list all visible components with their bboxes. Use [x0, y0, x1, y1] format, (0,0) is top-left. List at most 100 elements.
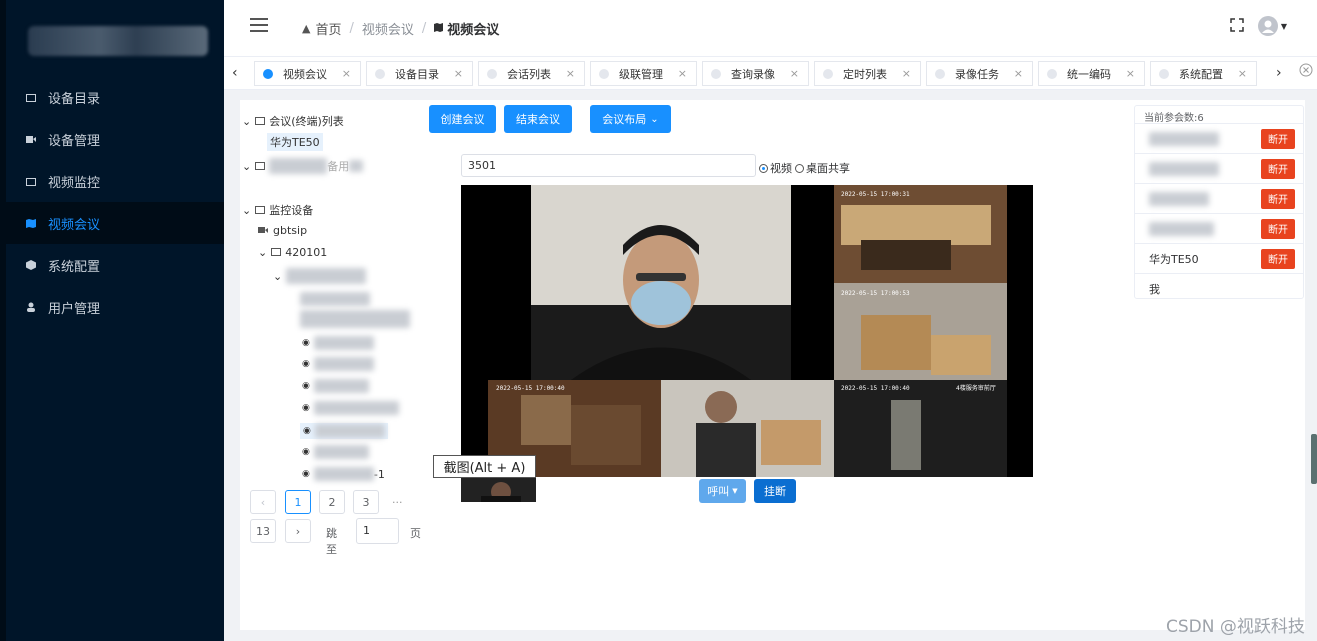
goto-page-input[interactable]: 1 — [356, 518, 399, 544]
tree-node-camera-selected[interactable]: ◉ — [300, 423, 388, 439]
tab-cascade-management[interactable]: 级联管理 × — [590, 61, 697, 86]
chevron-down-icon: ⌄ — [650, 113, 659, 125]
hangup-button[interactable]: 挂断 — [754, 479, 796, 503]
sidebar-item-user-management[interactable]: 用户管理 — [0, 286, 224, 328]
tab-recording-tasks[interactable]: 录像任务 × — [926, 61, 1033, 86]
radio-label: 视频 — [770, 162, 792, 175]
prev-page-button[interactable]: ‹ — [250, 490, 276, 514]
device-tree: ⌄ 会议(终端)列表 华为TE50 ⌄ 备用 ⌄ 监控设备 gbtsip ⌄ 4… — [240, 100, 430, 540]
sidebar-item-label: 设备目录 — [48, 91, 101, 107]
pagination-ellipsis[interactable]: ··· — [392, 496, 403, 509]
tab-label: 设备目录 — [395, 67, 439, 81]
tab-dot — [823, 68, 833, 79]
close-icon[interactable]: × — [790, 67, 799, 80]
folder-icon — [26, 93, 36, 102]
close-icon[interactable]: × — [454, 67, 463, 80]
close-icon[interactable]: × — [1126, 67, 1135, 80]
tab-device-catalog[interactable]: 设备目录 × — [366, 61, 473, 86]
page-1-button[interactable]: 1 — [285, 490, 311, 514]
tab-label: 视频会议 — [283, 67, 327, 81]
participant-row: 我 — [1135, 273, 1303, 303]
tab-dot — [935, 68, 945, 79]
participant-row: 断开 — [1135, 213, 1303, 243]
tree-node-blurred — [300, 292, 370, 306]
tab-query-recording[interactable]: 查询录像 × — [702, 61, 809, 86]
tab-label: 定时列表 — [843, 67, 887, 81]
page-13-button[interactable]: 13 — [250, 519, 276, 543]
close-icon[interactable]: × — [678, 67, 687, 80]
close-icon[interactable]: × — [902, 67, 911, 80]
conference-layout-dropdown[interactable]: 会议布局 ⌄ — [590, 105, 671, 133]
tab-unified-coding[interactable]: 统一编码 × — [1038, 61, 1145, 86]
goto-label: 跳至 — [326, 527, 337, 556]
user-icon — [26, 302, 36, 312]
fullscreen-icon[interactable] — [1230, 17, 1244, 35]
end-conference-button[interactable]: 结束会议 — [504, 105, 572, 133]
map-icon — [434, 21, 444, 36]
chevron-down-icon: ⌄ — [273, 269, 283, 283]
page-3-button[interactable]: 3 — [353, 490, 379, 514]
disconnect-button[interactable]: 断开 — [1261, 188, 1295, 209]
next-page-button[interactable]: › — [285, 519, 311, 543]
tab-schedule-list[interactable]: 定时列表 × — [814, 61, 921, 86]
participants-panel: 当前参会数:6 断开 断开 断开 断开 华为TE50 断开 我 — [1134, 105, 1304, 299]
tabs-scroll-right-icon[interactable]: › — [1276, 65, 1282, 81]
breadcrumb-parent[interactable]: 视频会议 — [362, 19, 414, 38]
tree-label: 会议(终端)列表 — [269, 115, 344, 128]
tree-node-camera[interactable]: ◉ — [302, 379, 369, 393]
close-icon[interactable]: × — [1238, 67, 1247, 80]
tree-node-backup[interactable]: ⌄ 备用 — [242, 158, 364, 174]
sidebar-item-device-management[interactable]: 设备管理 — [0, 118, 224, 160]
tree-node-blurred[interactable]: ⌄ — [273, 268, 367, 284]
disconnect-button[interactable]: 断开 — [1261, 158, 1295, 179]
video-frames: 2022-05-15 17:00:31 2022-05-15 17:00:53 … — [488, 185, 1007, 477]
page-2-button[interactable]: 2 — [319, 490, 345, 514]
close-icon[interactable]: × — [342, 67, 351, 80]
tree-node-420101[interactable]: ⌄ 420101 — [258, 246, 327, 259]
dropdown-label: 会议布局 — [602, 113, 647, 126]
tree-label: -1 — [373, 467, 385, 481]
tab-label: 录像任务 — [955, 67, 999, 81]
tree-node-camera[interactable]: ◉ — [302, 401, 399, 415]
tree-node-camera[interactable]: ◉ -1 — [302, 467, 385, 481]
tree-node-camera[interactable]: ◉ — [302, 336, 374, 350]
breadcrumb: ▲ 首页 / 视频会议 / 视频会议 — [302, 19, 500, 38]
tree-node-monitor[interactable]: ⌄ 监控设备 — [242, 202, 313, 218]
disconnect-button[interactable]: 断开 — [1261, 128, 1295, 149]
tree-node-gbtsip[interactable]: gbtsip — [258, 224, 307, 237]
tree-node-camera[interactable]: ◉ — [302, 357, 374, 371]
tab-system-config[interactable]: 系统配置 × — [1150, 61, 1257, 86]
disconnect-button[interactable]: 断开 — [1261, 248, 1295, 269]
tab-label: 查询录像 — [731, 67, 775, 81]
sidebar-item-system-config[interactable]: 系统配置 — [0, 244, 224, 286]
call-dropdown-button[interactable]: 呼叫 ▼ — [699, 479, 746, 503]
sidebar-item-device-catalog[interactable]: 设备目录 — [0, 76, 224, 118]
conference-number-input[interactable]: 3501 — [461, 154, 756, 177]
hamburger-icon[interactable] — [250, 18, 268, 32]
close-icon[interactable]: × — [566, 67, 575, 80]
close-all-icon[interactable] — [1299, 63, 1313, 81]
tree-label: 监控设备 — [269, 204, 314, 217]
tab-label: 会话列表 — [507, 67, 551, 81]
close-icon[interactable]: × — [1014, 67, 1023, 80]
tree-node-conference[interactable]: ⌄ 会议(终端)列表 — [242, 113, 344, 129]
tree-node-camera[interactable]: ◉ — [302, 445, 369, 459]
tab-video-conference[interactable]: 视频会议 × — [254, 61, 361, 86]
caret-down-icon[interactable]: ▼ — [1281, 22, 1287, 31]
avatar[interactable] — [1257, 16, 1278, 36]
create-conference-button[interactable]: 创建会议 — [429, 105, 496, 133]
breadcrumb-home[interactable]: 首页 — [315, 19, 341, 38]
tabs-scroll-left-icon[interactable]: ‹ — [232, 65, 238, 81]
side-scroll-handle[interactable] — [1311, 434, 1317, 484]
camera-icon: ◉ — [302, 338, 310, 348]
disconnect-button[interactable]: 断开 — [1261, 218, 1295, 239]
sidebar-item-video-monitor[interactable]: 视频监控 — [0, 160, 224, 202]
tab-session-list[interactable]: 会话列表 × — [478, 61, 585, 86]
sidebar-item-video-conference[interactable]: 视频会议 — [0, 202, 224, 244]
radio-video[interactable] — [759, 163, 768, 173]
chevron-down-icon: ⌄ — [242, 203, 252, 217]
radio-desktop-share[interactable] — [795, 163, 804, 173]
participant-row: 断开 — [1135, 123, 1303, 153]
tree-node-huawei[interactable]: 华为TE50 — [267, 133, 323, 151]
participant-row: 断开 — [1135, 153, 1303, 183]
